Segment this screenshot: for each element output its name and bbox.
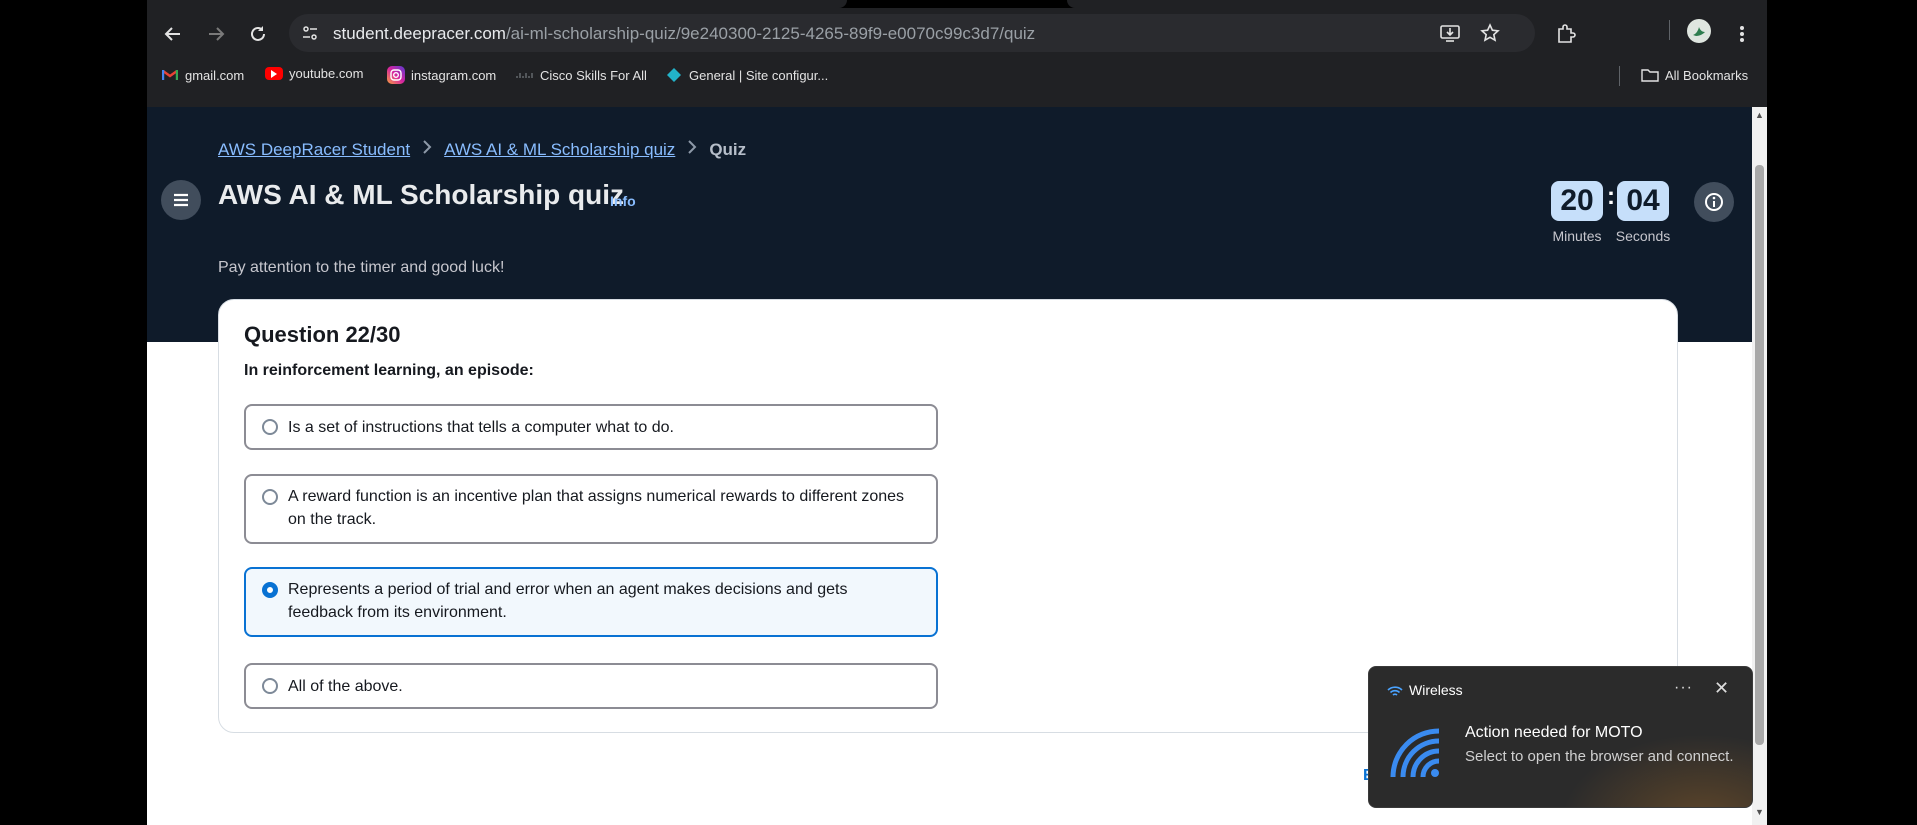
breadcrumb-link-deepracer[interactable]: AWS DeepRacer Student bbox=[218, 140, 410, 160]
hamburger-icon bbox=[174, 193, 188, 207]
timer-minutes: 20 bbox=[1551, 181, 1603, 221]
bird-avatar-icon bbox=[1693, 27, 1705, 36]
notification-heading: Action needed for MOTO bbox=[1465, 724, 1643, 741]
radio-button-selected[interactable] bbox=[262, 582, 278, 598]
gmail-icon bbox=[161, 66, 179, 84]
info-circle-icon bbox=[1705, 193, 1723, 211]
page-subtitle: Pay attention to the timer and good luck… bbox=[218, 259, 505, 276]
info-link[interactable]: Info bbox=[610, 193, 636, 209]
answer-option-label: A reward function is an incentive plan t… bbox=[288, 488, 905, 528]
answer-option-label: Is a set of instructions that tells a co… bbox=[288, 419, 674, 436]
scrollbar[interactable]: ▲ ▼ bbox=[1752, 107, 1767, 825]
install-app-icon[interactable] bbox=[1435, 18, 1465, 48]
timer-seconds-label: Seconds bbox=[1615, 228, 1671, 244]
bookmark-label: gmail.com bbox=[185, 67, 245, 83]
reload-button[interactable] bbox=[243, 19, 273, 49]
wifi-small-icon bbox=[1387, 686, 1403, 696]
bookmarks-bar: gmail.com youtube.com instagram.com Cisc… bbox=[147, 58, 1767, 94]
breadcrumb-link-quiz[interactable]: AWS AI & ML Scholarship quiz bbox=[444, 140, 675, 160]
bookmark-instagram[interactable]: instagram.com bbox=[387, 66, 496, 84]
notification-app-name: Wireless bbox=[1409, 682, 1463, 698]
answer-option-1[interactable]: Is a set of instructions that tells a co… bbox=[244, 404, 938, 450]
timer-minutes-label: Minutes bbox=[1552, 228, 1602, 244]
answer-option-label: Represents a period of trial and error w… bbox=[288, 581, 848, 621]
tab-strip bbox=[147, 0, 1767, 8]
scroll-up-arrow-icon[interactable]: ▲ bbox=[1755, 110, 1764, 120]
all-bookmarks-label: All Bookmarks bbox=[1665, 67, 1749, 83]
bookmark-cisco[interactable]: Cisco Skills For All bbox=[516, 66, 647, 84]
question-number: Question 22/30 bbox=[244, 322, 401, 347]
info-button[interactable] bbox=[1694, 182, 1734, 222]
youtube-icon bbox=[265, 67, 283, 80]
bookmark-label: General | Site configur... bbox=[689, 67, 829, 83]
radio-button[interactable] bbox=[262, 678, 278, 694]
toolbar-divider bbox=[1669, 20, 1670, 40]
forward-button[interactable] bbox=[201, 19, 231, 49]
wireless-notification[interactable]: Wireless ··· ✕ Action needed for MOTO Se… bbox=[1368, 666, 1753, 808]
diamond-icon bbox=[665, 66, 683, 84]
folder-icon bbox=[1641, 66, 1659, 84]
address-bar[interactable]: student.deepracer.com/ai-ml-scholarship-… bbox=[289, 14, 1535, 52]
browser-toolbar: student.deepracer.com/ai-ml-scholarship-… bbox=[147, 8, 1767, 58]
answer-option-2[interactable]: A reward function is an incentive plan t… bbox=[244, 474, 938, 544]
page-title: AWS AI & ML Scholarship quiz bbox=[218, 179, 625, 210]
url-path: /ai-ml-scholarship-quiz/9e240300-2125-42… bbox=[505, 24, 1036, 43]
star-icon[interactable] bbox=[1475, 18, 1505, 48]
site-info-icon[interactable] bbox=[299, 22, 321, 44]
arrow-right-icon bbox=[209, 27, 225, 41]
extensions-icon[interactable] bbox=[1551, 19, 1581, 49]
url-host: student.deepracer.com bbox=[333, 24, 506, 43]
bookmark-label: instagram.com bbox=[411, 67, 497, 83]
more-options-icon[interactable]: ··· bbox=[1674, 679, 1693, 697]
answer-option-3[interactable]: Represents a period of trial and error w… bbox=[244, 567, 938, 637]
timer-separator: : bbox=[1607, 183, 1615, 210]
bookmarks-divider bbox=[1619, 66, 1620, 86]
profile-avatar[interactable] bbox=[1687, 19, 1711, 43]
scroll-down-arrow-icon[interactable]: ▼ bbox=[1755, 807, 1764, 817]
arrow-left-icon bbox=[164, 27, 180, 41]
answer-option-4[interactable]: All of the above. bbox=[244, 663, 938, 709]
breadcrumb: AWS DeepRacer Student AWS AI & ML Schola… bbox=[218, 139, 746, 160]
bookmark-general[interactable]: General | Site configur... bbox=[665, 66, 828, 84]
bookmark-gmail[interactable]: gmail.com bbox=[161, 66, 244, 84]
menu-kebab-icon[interactable] bbox=[1727, 19, 1757, 49]
wifi-large-icon bbox=[1390, 728, 1440, 778]
instagram-icon bbox=[387, 66, 405, 84]
radio-button[interactable] bbox=[262, 489, 278, 505]
tab[interactable] bbox=[147, 0, 847, 8]
bookmark-label: youtube.com bbox=[289, 66, 364, 81]
reload-icon bbox=[251, 26, 265, 41]
all-bookmarks[interactable]: All Bookmarks bbox=[1641, 66, 1748, 84]
chevron-right-icon bbox=[422, 139, 432, 160]
bookmark-label: Cisco Skills For All bbox=[540, 67, 647, 83]
question-text: In reinforcement learning, an episode: bbox=[244, 362, 534, 379]
scrollbar-thumb[interactable] bbox=[1755, 165, 1764, 745]
answer-option-label: All of the above. bbox=[288, 678, 403, 695]
chevron-right-icon bbox=[687, 139, 697, 160]
breadcrumb-current: Quiz bbox=[709, 139, 747, 159]
url-text[interactable]: student.deepracer.com/ai-ml-scholarship-… bbox=[333, 24, 1035, 44]
tab[interactable] bbox=[1067, 0, 1767, 8]
bookmark-youtube[interactable]: youtube.com bbox=[265, 66, 363, 81]
back-button[interactable] bbox=[158, 19, 188, 49]
notification-body: Select to open the browser and connect. bbox=[1465, 748, 1734, 765]
cisco-icon bbox=[516, 66, 534, 84]
close-icon[interactable]: ✕ bbox=[1714, 678, 1729, 699]
radio-button[interactable] bbox=[262, 419, 278, 435]
timer-seconds: 04 bbox=[1617, 181, 1669, 221]
navigation-menu-button[interactable] bbox=[161, 180, 201, 220]
